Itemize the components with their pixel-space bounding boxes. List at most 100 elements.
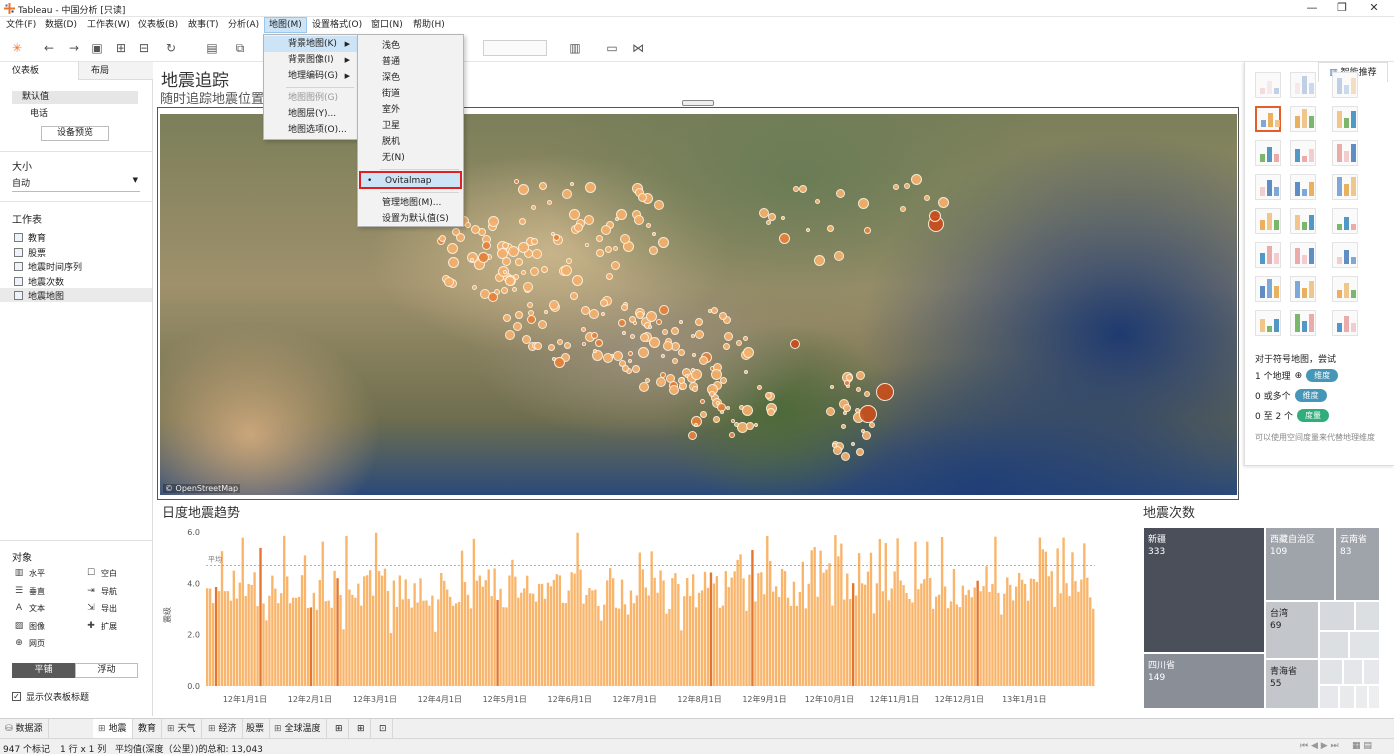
chart-type-thumbnail[interactable]: [1255, 174, 1281, 200]
chart-type-thumbnail[interactable]: [1290, 106, 1316, 132]
earthquake-mark[interactable]: [840, 423, 846, 429]
trend-bar[interactable]: [988, 591, 991, 686]
object-extension[interactable]: ✚ 扩展: [86, 621, 117, 632]
trend-bar[interactable]: [614, 607, 618, 686]
trend-bar[interactable]: [558, 575, 561, 686]
earthquake-mark[interactable]: [582, 342, 587, 347]
pause-updates-icon[interactable]: ⊟: [136, 40, 152, 56]
earthquake-mark[interactable]: [904, 182, 911, 189]
earthquake-mark[interactable]: [446, 243, 458, 255]
trend-bar[interactable]: [360, 605, 363, 686]
trend-bar[interactable]: [235, 598, 238, 686]
tiled-button[interactable]: 平铺: [12, 663, 75, 678]
earthquake-mark[interactable]: [833, 445, 843, 455]
trend-bar[interactable]: [564, 603, 567, 686]
trend-bar[interactable]: [875, 583, 879, 686]
trend-bar[interactable]: [368, 570, 372, 686]
menu-data[interactable]: 数据(D): [41, 17, 81, 33]
trend-bar[interactable]: [1062, 537, 1065, 686]
trend-bar[interactable]: [700, 590, 704, 686]
treemap-cell[interactable]: [1319, 685, 1339, 709]
earthquake-mark[interactable]: [605, 246, 613, 254]
trend-bar[interactable]: [760, 572, 763, 686]
earthquake-mark[interactable]: [671, 327, 680, 336]
trend-bar[interactable]: [739, 554, 742, 686]
trend-bar[interactable]: [443, 580, 446, 686]
earthquake-mark[interactable]: [806, 228, 811, 233]
earthquake-mark[interactable]: [628, 358, 633, 363]
trend-bar[interactable]: [1080, 579, 1083, 686]
earthquake-mark[interactable]: [603, 352, 614, 363]
trend-bar[interactable]: [354, 597, 357, 686]
earthquake-mark[interactable]: [766, 408, 775, 417]
earthquake-mark[interactable]: [546, 199, 552, 205]
trend-bar[interactable]: [623, 604, 627, 686]
earthquake-mark[interactable]: [790, 339, 800, 349]
trend-bar[interactable]: [499, 588, 502, 686]
trend-bar[interactable]: [484, 580, 487, 686]
trend-bar[interactable]: [825, 569, 828, 686]
earthquake-mark[interactable]: [711, 368, 723, 380]
trend-bar[interactable]: [603, 604, 606, 686]
trend-bar[interactable]: [1000, 614, 1003, 686]
trend-bar[interactable]: [730, 577, 733, 686]
trend-bar[interactable]: [288, 603, 292, 686]
trend-bar[interactable]: [854, 595, 858, 686]
earthquake-mark[interactable]: [585, 182, 597, 194]
tab-education[interactable]: 教育: [133, 719, 163, 739]
trend-bar[interactable]: [469, 608, 473, 686]
chart-type-thumbnail[interactable]: [1290, 208, 1316, 234]
earthquake-mark[interactable]: [561, 189, 572, 200]
trend-bar[interactable]: [757, 573, 760, 686]
trend-bar[interactable]: [994, 536, 997, 686]
trend-bar[interactable]: [277, 603, 280, 686]
trend-bar[interactable]: [339, 595, 342, 686]
earthquake-mark[interactable]: [502, 257, 512, 267]
trend-bar[interactable]: [840, 543, 843, 686]
trend-bar[interactable]: [899, 580, 902, 686]
sheet-item[interactable]: 地震时间序列: [14, 259, 82, 273]
earthquake-mark[interactable]: [720, 409, 725, 414]
trend-bar[interactable]: [733, 571, 736, 686]
trend-bar[interactable]: [303, 555, 307, 686]
trend-bar[interactable]: [383, 568, 387, 686]
earthquake-mark[interactable]: [470, 225, 480, 235]
earthquake-mark[interactable]: [862, 430, 872, 440]
earthquake-mark[interactable]: [724, 331, 734, 341]
object-vertical[interactable]: ☰ 垂直: [14, 586, 45, 597]
earthquake-mark[interactable]: [826, 225, 834, 233]
earthquake-mark[interactable]: [678, 349, 686, 357]
close-button[interactable]: ✕: [1360, 1, 1388, 15]
trend-bar[interactable]: [849, 599, 852, 686]
trend-bar[interactable]: [514, 576, 517, 686]
earthquake-mark[interactable]: [470, 257, 475, 262]
earthquake-mark[interactable]: [659, 371, 666, 378]
trend-bar[interactable]: [961, 585, 965, 686]
trend-bar[interactable]: [573, 573, 576, 686]
trend-bar[interactable]: [294, 597, 298, 686]
trend-bar[interactable]: [1023, 583, 1027, 686]
trend-bar[interactable]: [893, 571, 896, 686]
earthquake-mark[interactable]: [544, 310, 549, 315]
trend-bar[interactable]: [502, 607, 505, 686]
earthquake-mark[interactable]: [720, 376, 728, 384]
earthquake-mark[interactable]: [502, 269, 507, 274]
chart-type-thumbnail[interactable]: [1332, 140, 1358, 166]
trend-bar[interactable]: [680, 630, 683, 686]
trend-bar[interactable]: [816, 596, 819, 686]
earthquake-map[interactable]: © OpenStreetMap: [160, 114, 1237, 495]
trend-bar[interactable]: [940, 536, 944, 686]
trend-bar[interactable]: [706, 587, 710, 686]
earthquake-mark[interactable]: [836, 188, 846, 198]
earthquake-mark[interactable]: [591, 331, 599, 339]
trend-bar[interactable]: [437, 599, 440, 686]
trend-bar[interactable]: [736, 559, 739, 686]
trend-bar[interactable]: [371, 595, 375, 686]
trend-bar[interactable]: [380, 575, 384, 686]
map-container[interactable]: © OpenStreetMap: [157, 107, 1239, 500]
trend-bar[interactable]: [374, 532, 378, 686]
earthquake-mark[interactable]: [447, 256, 459, 268]
earthquake-mark[interactable]: [842, 410, 847, 415]
trend-bar[interactable]: [1074, 581, 1077, 686]
trend-bar[interactable]: [958, 607, 962, 686]
